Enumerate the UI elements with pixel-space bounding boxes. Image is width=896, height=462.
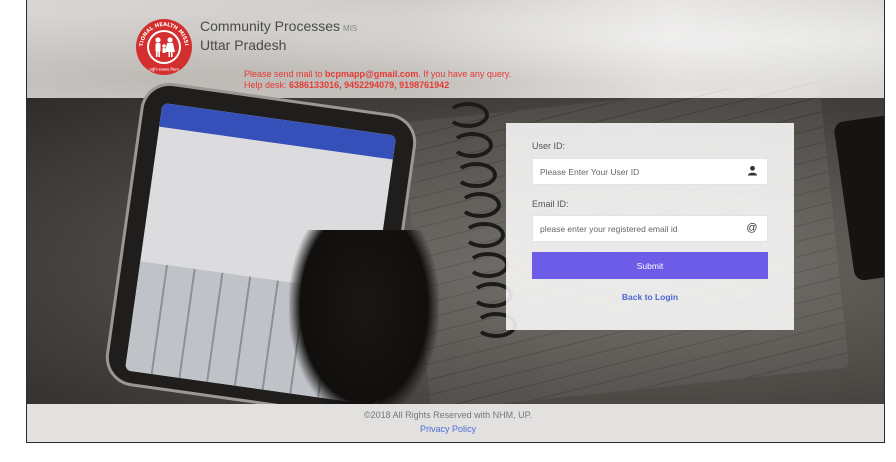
submit-button[interactable]: Submit [532,252,768,279]
helpdesk-phones: 6386133016, 9452294079, 9198761942 [289,80,450,90]
user-icon [746,165,758,177]
at-icon: @ [746,222,758,234]
notice-prefix: Please send mail to [244,69,326,79]
app-title-text: Community Processes [200,18,341,34]
copyright-text: ©2018 All Rights Reserved with NHM, UP. [363,410,533,420]
app-title-suffix: MIS [343,24,358,33]
logo-subtext: राष्ट्रीय स्वास्थ्य मिशन [149,67,179,72]
user-id-input[interactable] [533,159,740,184]
email-input[interactable] [533,216,740,241]
notebook-rings [427,92,517,392]
recovery-form-panel: User ID: Email ID: @ Submit Back to Logi… [506,123,794,330]
user-id-field-wrapper [532,158,768,185]
footer: ©2018 All Rights Reserved with NHM, UP. … [0,408,896,436]
nhm-logo: NATIONAL HEALTH MISSION राष्ट्रीय स्वास्… [134,17,192,75]
support-email: bcpmapp@gmail.com [325,69,419,79]
app-title: Community Processes MIS [200,18,357,34]
support-notice: Please send mail to bcpmapp@gmail.com. I… [244,69,511,91]
state-name: Uttar Pradesh [200,37,287,53]
back-to-login-link[interactable]: Back to Login [506,292,794,302]
notice-suffix: . If you have any query. [418,69,512,79]
user-id-label: User ID: [532,141,566,151]
privacy-policy-link[interactable]: Privacy Policy [0,422,896,436]
helpdesk-label: Help desk: [244,80,290,90]
email-label: Email ID: [532,199,569,209]
email-field-wrapper: @ [532,215,768,242]
hand-silhouette [289,230,439,420]
